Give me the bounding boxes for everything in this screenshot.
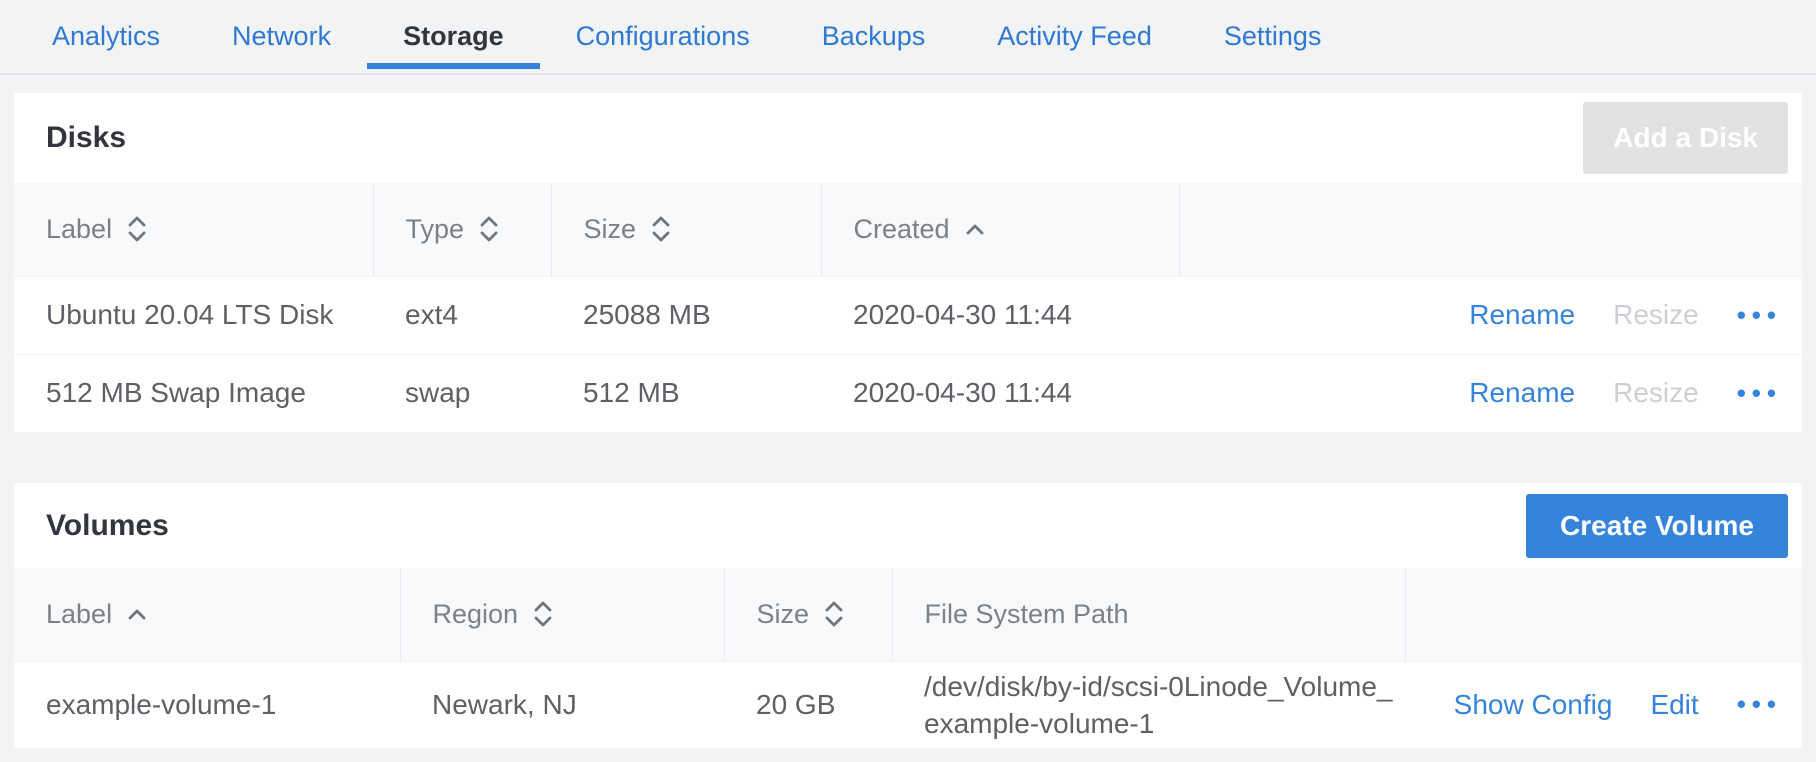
disks-title: Disks	[46, 121, 126, 155]
disk-created-cell: 2020-04-30 11:44	[821, 276, 1179, 354]
column-label-text: Region	[433, 599, 519, 630]
resize-button[interactable]: Resize	[1613, 299, 1699, 331]
volume-path-cell: /dev/disk/by-id/scsi-0Linode_Volume_exam…	[892, 661, 1405, 748]
volume-row: example-volume-1 Newark, NJ 20 GB /dev/d…	[14, 661, 1802, 748]
tab-bar: Analytics Network Storage Configurations…	[0, 0, 1816, 75]
tab-network[interactable]: Network	[196, 0, 367, 73]
sort-ascending-icon	[964, 222, 986, 236]
rename-button[interactable]: Rename	[1469, 377, 1575, 409]
tab-analytics[interactable]: Analytics	[16, 0, 196, 73]
volumes-table: Label Region Size	[14, 568, 1802, 748]
column-label-text: Created	[854, 214, 950, 245]
disk-label-cell: Ubuntu 20.04 LTS Disk	[14, 276, 373, 354]
disks-column-actions	[1179, 183, 1802, 276]
edit-button[interactable]: Edit	[1650, 689, 1698, 721]
resize-button[interactable]: Resize	[1613, 377, 1699, 409]
sort-icon	[823, 599, 845, 629]
tab-settings[interactable]: Settings	[1188, 0, 1358, 73]
disks-column-size[interactable]: Size	[551, 183, 821, 276]
volume-region-cell: Newark, NJ	[400, 661, 724, 748]
volumes-column-region[interactable]: Region	[400, 568, 724, 661]
volumes-title: Volumes	[46, 509, 169, 543]
disks-header-row: Label Type Size	[14, 183, 1802, 276]
disks-column-created[interactable]: Created	[821, 183, 1179, 276]
column-label-text: Size	[757, 599, 810, 630]
rename-button[interactable]: Rename	[1469, 299, 1575, 331]
disk-label-cell: 512 MB Swap Image	[14, 354, 373, 432]
column-label-text: Label	[46, 214, 112, 245]
more-actions-button[interactable]: •••	[1737, 300, 1782, 331]
more-actions-button[interactable]: •••	[1737, 689, 1782, 720]
disks-column-label[interactable]: Label	[14, 183, 373, 276]
volumes-header-row: Label Region Size	[14, 568, 1802, 661]
disks-panel-header: Disks Add a Disk	[14, 93, 1802, 183]
disk-created-cell: 2020-04-30 11:44	[821, 354, 1179, 432]
create-volume-button[interactable]: Create Volume	[1526, 494, 1788, 558]
disk-size-cell: 512 MB	[551, 354, 821, 432]
column-label-text: Type	[406, 214, 465, 245]
more-actions-button[interactable]: •••	[1737, 378, 1782, 409]
sort-ascending-icon	[126, 607, 148, 621]
sort-icon	[126, 214, 148, 244]
column-label-text: File System Path	[925, 599, 1129, 630]
disks-table: Label Type Size	[14, 183, 1802, 432]
disk-type-cell: swap	[373, 354, 551, 432]
disk-row: Ubuntu 20.04 LTS Disk ext4 25088 MB 2020…	[14, 276, 1802, 354]
column-label-text: Label	[46, 599, 112, 630]
show-config-button[interactable]: Show Config	[1454, 689, 1613, 721]
sort-icon	[478, 214, 500, 244]
volumes-column-label[interactable]: Label	[14, 568, 400, 661]
disks-column-type[interactable]: Type	[373, 183, 551, 276]
volumes-panel: Volumes Create Volume Label Region	[14, 483, 1802, 748]
sort-icon	[650, 214, 672, 244]
column-label-text: Size	[584, 214, 637, 245]
volumes-column-file-system-path: File System Path	[892, 568, 1405, 661]
volume-size-cell: 20 GB	[724, 661, 892, 748]
disk-size-cell: 25088 MB	[551, 276, 821, 354]
volume-label-cell: example-volume-1	[14, 661, 400, 748]
volumes-panel-header: Volumes Create Volume	[14, 483, 1802, 568]
tab-configurations[interactable]: Configurations	[540, 0, 786, 73]
tab-backups[interactable]: Backups	[786, 0, 962, 73]
disks-panel: Disks Add a Disk Label Type	[14, 93, 1802, 432]
tab-activity-feed[interactable]: Activity Feed	[961, 0, 1188, 73]
volumes-column-size[interactable]: Size	[724, 568, 892, 661]
disk-row: 512 MB Swap Image swap 512 MB 2020-04-30…	[14, 354, 1802, 432]
disk-type-cell: ext4	[373, 276, 551, 354]
tab-storage[interactable]: Storage	[367, 0, 540, 73]
add-a-disk-button[interactable]: Add a Disk	[1583, 102, 1788, 174]
volumes-column-actions	[1405, 568, 1802, 661]
sort-icon	[532, 599, 554, 629]
